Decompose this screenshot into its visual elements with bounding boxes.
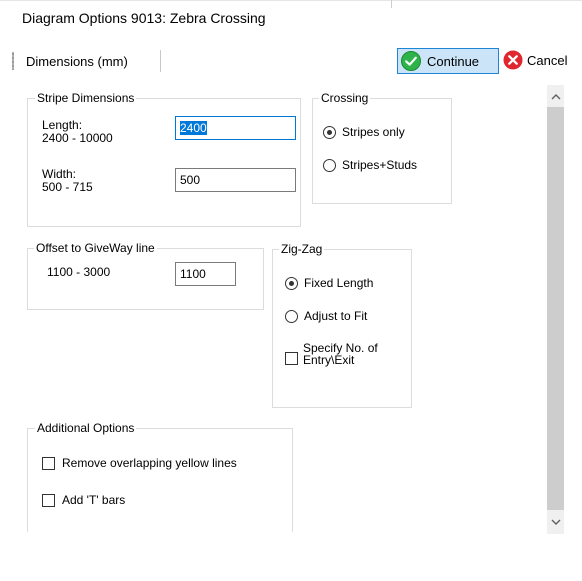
offset-input[interactable]: 1100 — [175, 262, 236, 286]
width-value: 500 — [180, 173, 201, 187]
width-input[interactable]: 500 — [175, 168, 296, 192]
offset-title: Offset to GiveWay line — [34, 241, 157, 255]
stripe-dimensions-title: Stripe Dimensions — [35, 91, 137, 105]
toolbar-grip[interactable] — [12, 52, 14, 70]
fixed-length-label[interactable]: Fixed Length — [304, 277, 373, 290]
stripes-studs-label[interactable]: Stripes+Studs — [342, 159, 417, 172]
title-bar: Diagram Options 9013: Zebra Crossing — [0, 0, 582, 38]
adjust-to-fit-label[interactable]: Adjust to Fit — [304, 310, 367, 323]
chevron-down-icon[interactable] — [547, 515, 564, 532]
length-value: 2400 — [180, 121, 207, 135]
title-bar-border — [0, 0, 582, 1]
x-circle-icon — [503, 50, 523, 70]
additional-options-group — [27, 428, 293, 532]
additional-options-title: Additional Options — [35, 421, 137, 435]
stripes-only-label[interactable]: Stripes only — [342, 126, 405, 139]
offset-range: 1100 - 3000 — [47, 265, 111, 279]
adjust-to-fit-radio[interactable] — [285, 310, 298, 323]
stripes-only-radio[interactable] — [323, 126, 336, 139]
window-title: Diagram Options 9013: Zebra Crossing — [22, 10, 266, 26]
crossing-title: Crossing — [319, 91, 371, 105]
specify-entry-exit-checkbox[interactable] — [285, 352, 298, 365]
continue-button[interactable]: Continue — [397, 48, 499, 74]
specify-line2[interactable]: Entry\Exit — [303, 354, 354, 366]
toolbar-separator — [160, 50, 161, 72]
length-range: 2400 - 10000 — [42, 131, 113, 145]
add-t-bars-checkbox[interactable] — [42, 494, 55, 507]
scrollbar-thumb[interactable] — [547, 107, 564, 510]
fixed-length-radio[interactable] — [285, 277, 298, 290]
add-t-bars-label[interactable]: Add 'T' bars — [62, 494, 125, 507]
zigzag-title: Zig-Zag — [279, 242, 325, 256]
dimensions-label: Dimensions (mm) — [26, 54, 128, 69]
toolbar: Dimensions (mm) Continue Cancel — [0, 42, 582, 84]
title-bar-divider — [391, 0, 392, 8]
chevron-up-icon[interactable] — [547, 89, 564, 106]
offset-value: 1100 — [180, 267, 206, 281]
remove-yellow-checkbox[interactable] — [42, 457, 55, 470]
zigzag-group — [272, 249, 412, 408]
crossing-group — [312, 98, 452, 204]
remove-yellow-label[interactable]: Remove overlapping yellow lines — [62, 457, 237, 470]
stripes-studs-radio[interactable] — [323, 159, 336, 172]
width-range: 500 - 715 — [42, 180, 93, 194]
cancel-label: Cancel — [527, 53, 568, 68]
length-input[interactable]: 2400 — [175, 116, 296, 140]
continue-label: Continue — [427, 54, 480, 69]
cancel-button[interactable]: Cancel — [501, 48, 582, 74]
check-circle-icon — [401, 51, 421, 71]
